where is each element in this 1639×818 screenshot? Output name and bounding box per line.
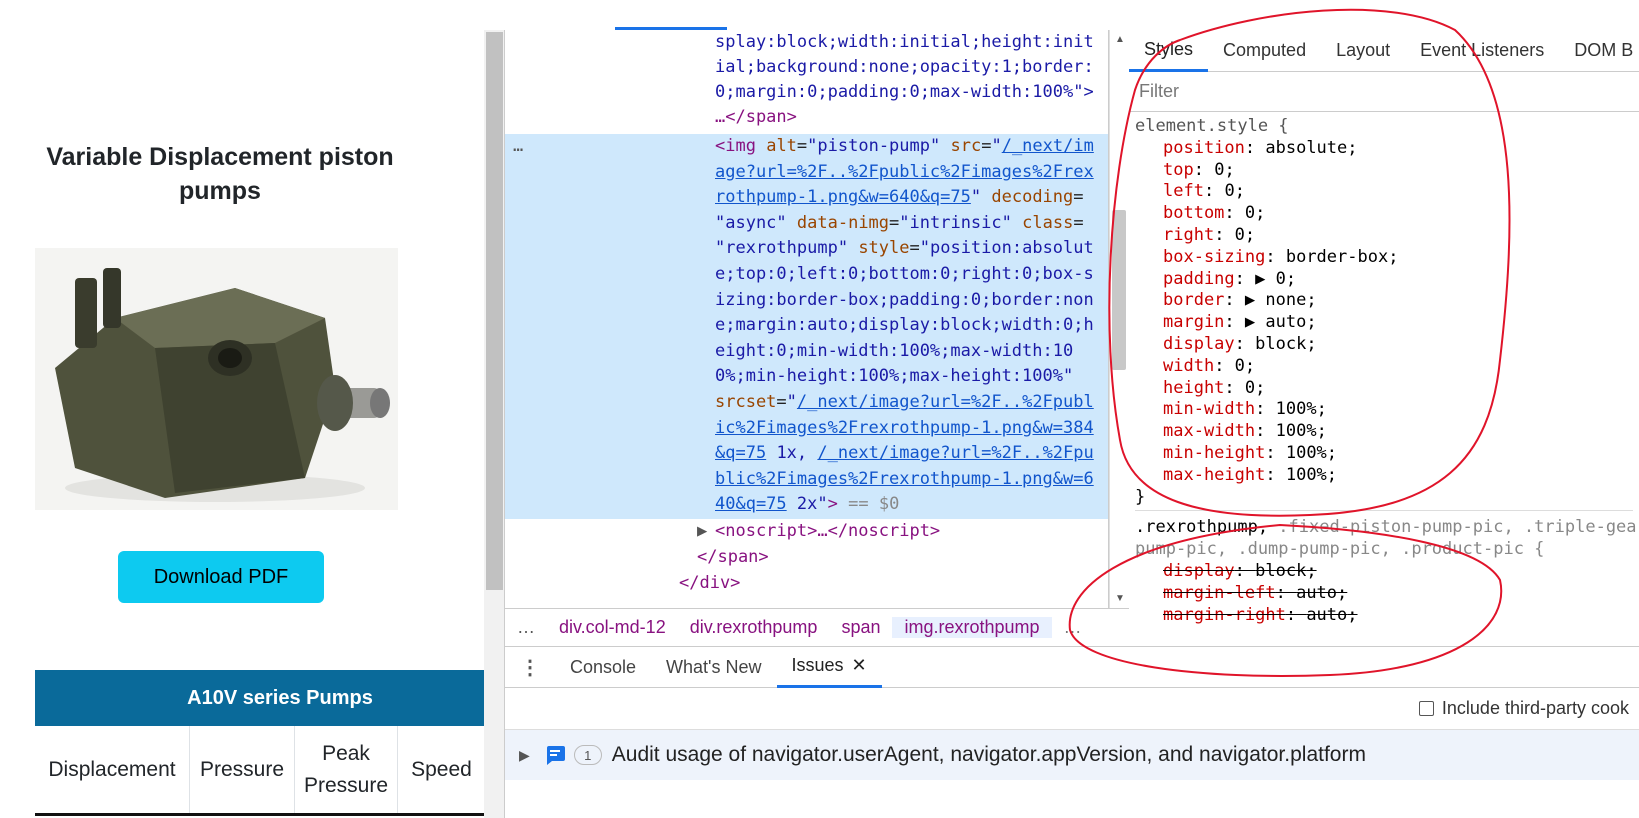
column-header: Speed <box>411 757 472 781</box>
css-declaration[interactable]: bottom: 0; <box>1135 203 1633 225</box>
column-header: Peak Pressure <box>295 726 398 813</box>
tab-styles[interactable]: Styles <box>1129 30 1209 72</box>
code-line: ial;background:none;opacity:1;border: <box>715 57 1094 77</box>
breadcrumb-more[interactable]: … <box>505 617 547 638</box>
tab-layout[interactable]: Layout <box>1321 30 1405 72</box>
issues-toolbar: Include third-party cook <box>505 688 1639 730</box>
styles-filter-input[interactable]: Filter <box>1129 72 1639 112</box>
css-declaration[interactable]: right: 0; <box>1135 225 1633 247</box>
css-declaration[interactable]: margin-left: auto; <box>1135 583 1633 605</box>
product-title: Variable Displacement piston pumps <box>46 143 394 205</box>
scroll-up-icon[interactable]: ▲ <box>1115 34 1125 45</box>
breadcrumb: … div.col-md-12 div.rexrothpump span img… <box>505 608 1129 646</box>
pump-spec-table: A10V series Pumps Displacement Pressure … <box>35 670 484 816</box>
tab-computed[interactable]: Computed <box>1208 30 1321 72</box>
code-line[interactable]: <noscript>…</noscript> <box>715 519 940 545</box>
table-header-row: Displacement Pressure Peak Pressure Spee… <box>35 726 484 816</box>
css-declaration[interactable]: margin-right: auto; <box>1135 605 1633 627</box>
page-scrollbar-thumb[interactable] <box>486 32 503 590</box>
code-line: </div> <box>679 573 741 593</box>
css-declaration[interactable]: box-sizing: border-box; <box>1135 247 1633 269</box>
elements-scrollbar-thumb[interactable] <box>1112 210 1126 370</box>
download-pdf-button[interactable]: Download PDF <box>118 551 324 603</box>
issue-row[interactable]: ▶ 1 Audit usage of navigator.userAgent, … <box>505 730 1639 780</box>
table-title: A10V series Pumps <box>35 670 484 726</box>
expand-triangle-icon[interactable]: ▶ <box>697 519 707 545</box>
breadcrumb-item-active[interactable]: img.rexrothpump <box>892 617 1052 638</box>
drawer-menu-icon[interactable]: ⋮ <box>505 646 555 688</box>
devtools-toolbar <box>505 0 1639 30</box>
issue-message-icon <box>546 746 565 765</box>
css-declaration[interactable]: width: 0; <box>1135 356 1633 378</box>
tab-event-listeners[interactable]: Event Listeners <box>1405 30 1559 72</box>
breadcrumb-item[interactable]: div.rexrothpump <box>678 617 830 638</box>
code-line: …</span> <box>715 107 797 127</box>
drawer-tabs: ⋮ Console What's New Issues ✕ <box>505 646 1639 688</box>
css-declaration[interactable]: min-height: 100%; <box>1135 443 1633 465</box>
rule-selector-match: .rexrothpump, <box>1135 517 1269 538</box>
column-header: Pressure <box>190 726 295 813</box>
column-header: Displacement <box>35 726 190 813</box>
css-declaration[interactable]: display: block; <box>1135 334 1633 356</box>
style-rules: element.style { position: absolute; top: … <box>1129 112 1639 630</box>
css-declaration[interactable]: max-height: 100%; <box>1135 465 1633 487</box>
tab-console[interactable]: Console <box>555 646 651 688</box>
code-line: splay:block;width:initial;height:init <box>715 32 1094 52</box>
tab-dom-breakpoints[interactable]: DOM B <box>1559 30 1639 72</box>
css-declaration[interactable]: display: block; <box>1135 561 1633 583</box>
breadcrumb-item[interactable]: div.col-md-12 <box>547 617 678 638</box>
css-declaration[interactable]: max-width: 100%; <box>1135 421 1633 443</box>
breadcrumb-more[interactable]: … <box>1052 617 1094 638</box>
sidebar-tabs: Styles Computed Layout Event Listeners D… <box>1129 30 1639 72</box>
css-declaration[interactable]: left: 0; <box>1135 181 1633 203</box>
element-style-declarations: position: absolute; top: 0; left: 0; bottom… <box>1135 138 1633 487</box>
third-party-checkbox[interactable] <box>1418 701 1434 716</box>
code-line: </span> <box>697 547 769 567</box>
css-declaration[interactable]: min-width: 100%; <box>1135 399 1633 421</box>
rule-selector-rest: .fixed-piston-pump-pic, .triple-gea <box>1268 517 1637 538</box>
css-declaration[interactable]: position: absolute; <box>1135 138 1633 160</box>
styles-pane: Styles Computed Layout Event Listeners D… <box>1129 30 1639 646</box>
third-party-label: Include third-party cook <box>1441 698 1629 718</box>
rule-declarations: display: block; margin-left: auto; margin-… <box>1135 561 1633 626</box>
rexrothpump-rule: .rexrothpump, .fixed-piston-pump-pic, .t… <box>1135 510 1637 626</box>
selected-img-node[interactable]: <img alt="piston-pump" src="/_next/im ag… <box>715 134 1094 518</box>
css-declaration[interactable]: padding: ▶ 0; <box>1135 269 1633 291</box>
code-line: 0;margin:0;padding:0;max-width:100%"> <box>715 82 1094 102</box>
css-declaration[interactable]: height: 0; <box>1135 378 1633 400</box>
scroll-down-icon[interactable]: ▼ <box>1115 593 1125 604</box>
tab-issues[interactable]: Issues ✕ <box>776 646 882 688</box>
rule-close-brace: } <box>1135 486 1146 507</box>
css-declaration[interactable]: margin: ▶ auto; <box>1135 312 1633 334</box>
css-declaration[interactable]: border: ▶ none; <box>1135 290 1633 312</box>
tab-whats-new[interactable]: What's New <box>651 646 776 688</box>
expand-triangle-icon[interactable]: ▶ <box>519 747 530 764</box>
css-declaration[interactable]: top: 0; <box>1135 160 1633 182</box>
element-style-selector: element.style { <box>1135 116 1289 136</box>
issue-text: Audit usage of navigator.userAgent, navi… <box>611 743 1366 766</box>
breadcrumb-item[interactable]: span <box>829 617 892 638</box>
close-icon[interactable]: ✕ <box>852 655 867 676</box>
node-menu-icon[interactable]: … <box>513 134 523 160</box>
rule-selector-rest: pump-pic, .dump-pump-pic, .product-pic { <box>1135 539 1545 560</box>
piston-pump-image <box>35 248 398 510</box>
elements-tree[interactable]: … splay:block;width:initial;height:init … <box>505 30 1109 608</box>
webpage-viewport: Variable Displacement piston pumps Downl… <box>0 0 484 818</box>
issue-count-badge: 1 <box>573 745 602 765</box>
